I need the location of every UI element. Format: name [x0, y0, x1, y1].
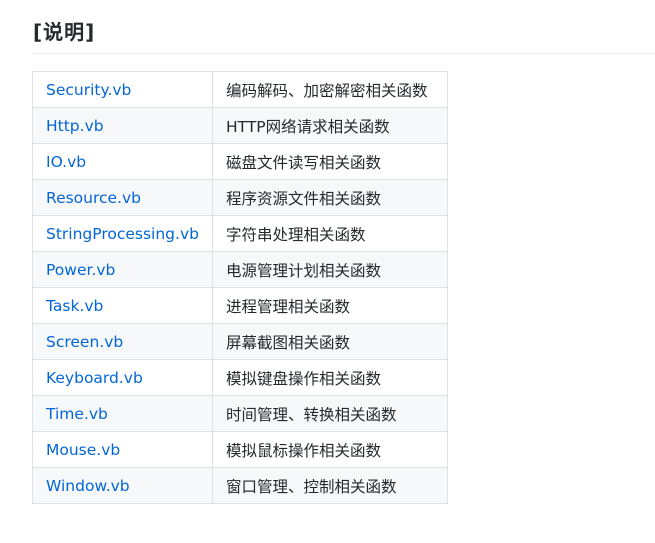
file-cell: Security.vb [32, 71, 213, 108]
table-row: Http.vb HTTP网络请求相关函数 [32, 107, 448, 144]
description-cell: 窗口管理、控制相关函数 [211, 467, 448, 504]
file-cell: Screen.vb [32, 323, 213, 360]
file-link-time[interactable]: Time.vb [46, 405, 108, 423]
description-cell: 进程管理相关函数 [211, 287, 448, 324]
description-cell: 程序资源文件相关函数 [211, 179, 448, 216]
table-row: Keyboard.vb 模拟键盘操作相关函数 [32, 359, 448, 396]
description-cell: 屏幕截图相关函数 [211, 323, 448, 360]
table-row: IO.vb 磁盘文件读写相关函数 [32, 143, 448, 180]
file-link-http[interactable]: Http.vb [46, 117, 104, 135]
file-cell: Mouse.vb [32, 431, 213, 468]
file-cell: Window.vb [32, 467, 213, 504]
file-link-task[interactable]: Task.vb [46, 297, 103, 315]
file-cell: Power.vb [32, 251, 213, 288]
description-cell: 编码解码、加密解密相关函数 [211, 71, 448, 108]
file-link-io[interactable]: IO.vb [46, 153, 86, 171]
table-row: Task.vb 进程管理相关函数 [32, 287, 448, 324]
file-cell: Time.vb [32, 395, 213, 432]
file-cell: Http.vb [32, 107, 213, 144]
table-row: Time.vb 时间管理、转换相关函数 [32, 395, 448, 432]
description-cell: 模拟键盘操作相关函数 [211, 359, 448, 396]
table-row: Security.vb 编码解码、加密解密相关函数 [32, 71, 448, 108]
description-cell: HTTP网络请求相关函数 [211, 107, 448, 144]
table-row: Power.vb 电源管理计划相关函数 [32, 251, 448, 288]
table-row: Mouse.vb 模拟鼠标操作相关函数 [32, 431, 448, 468]
table-row: Resource.vb 程序资源文件相关函数 [32, 179, 448, 216]
description-cell: 模拟鼠标操作相关函数 [211, 431, 448, 468]
file-link-security[interactable]: Security.vb [46, 81, 131, 99]
file-cell: Task.vb [32, 287, 213, 324]
table-row: Window.vb 窗口管理、控制相关函数 [32, 467, 448, 504]
description-cell: 磁盘文件读写相关函数 [211, 143, 448, 180]
description-cell: 时间管理、转换相关函数 [211, 395, 448, 432]
file-cell: Keyboard.vb [32, 359, 213, 396]
file-link-keyboard[interactable]: Keyboard.vb [46, 369, 143, 387]
file-link-stringprocessing[interactable]: StringProcessing.vb [46, 225, 199, 243]
file-cell: StringProcessing.vb [32, 215, 213, 252]
description-cell: 电源管理计划相关函数 [211, 251, 448, 288]
file-cell: IO.vb [32, 143, 213, 180]
table-row: Screen.vb 屏幕截图相关函数 [32, 323, 448, 360]
table-row: StringProcessing.vb 字符串处理相关函数 [32, 215, 448, 252]
section-title: [说明] [33, 20, 96, 44]
description-cell: 字符串处理相关函数 [211, 215, 448, 252]
file-link-power[interactable]: Power.vb [46, 261, 115, 279]
file-table: Security.vb 编码解码、加密解密相关函数 Http.vb HTTP网络… [32, 71, 448, 504]
file-link-resource[interactable]: Resource.vb [46, 189, 141, 207]
file-link-screen[interactable]: Screen.vb [46, 333, 123, 351]
file-cell: Resource.vb [32, 179, 213, 216]
file-link-window[interactable]: Window.vb [46, 477, 130, 495]
section-heading: [说明] [33, 18, 655, 54]
file-link-mouse[interactable]: Mouse.vb [46, 441, 120, 459]
